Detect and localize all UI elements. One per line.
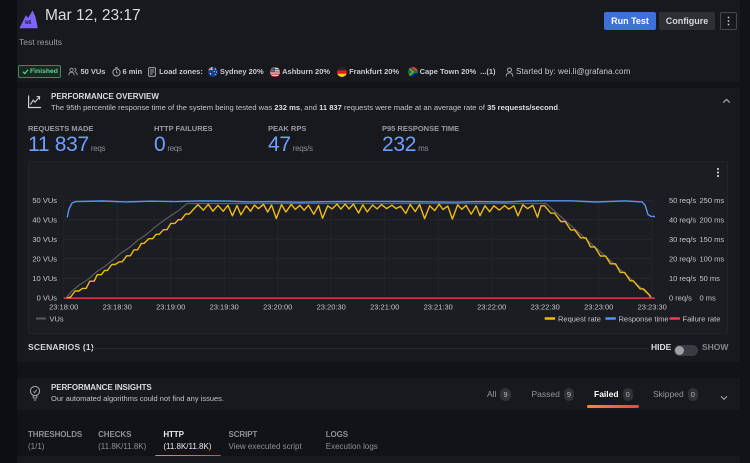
svg-text:0 VUs: 0 VUs bbox=[37, 293, 58, 302]
svg-text:23:21:30: 23:21:30 bbox=[424, 303, 453, 312]
svg-text:0 ms: 0 ms bbox=[700, 293, 717, 302]
svg-text:23:19:30: 23:19:30 bbox=[210, 303, 239, 312]
svg-text:23:21:00: 23:21:00 bbox=[370, 303, 399, 312]
svg-text:VUs: VUs bbox=[50, 315, 64, 324]
svg-text:23:20:30: 23:20:30 bbox=[317, 303, 346, 312]
svg-text:40 VUs: 40 VUs bbox=[32, 215, 57, 224]
svg-text:10 VUs: 10 VUs bbox=[32, 274, 57, 283]
svg-text:23:18:00: 23:18:00 bbox=[49, 303, 78, 312]
svg-text:k6: k6 bbox=[25, 20, 31, 26]
svg-text:Request rate: Request rate bbox=[558, 315, 601, 324]
svg-text:20 VUs: 20 VUs bbox=[32, 254, 57, 263]
svg-text:40 req/s: 40 req/s bbox=[669, 215, 696, 224]
svg-text:20 req/s: 20 req/s bbox=[669, 254, 696, 263]
svg-text:50 ms: 50 ms bbox=[700, 274, 721, 283]
svg-text:23:19:00: 23:19:00 bbox=[156, 303, 185, 312]
svg-text:23:22:30: 23:22:30 bbox=[531, 303, 560, 312]
svg-text:23:22:00: 23:22:00 bbox=[477, 303, 506, 312]
svg-text:23:23:00: 23:23:00 bbox=[584, 303, 613, 312]
svg-text:50 VUs: 50 VUs bbox=[32, 196, 57, 205]
svg-text:Response time: Response time bbox=[619, 315, 669, 324]
svg-text:100 ms: 100 ms bbox=[700, 254, 725, 263]
svg-text:Failure rate: Failure rate bbox=[683, 315, 721, 324]
svg-text:23:23:30: 23:23:30 bbox=[638, 303, 667, 312]
svg-text:200 ms: 200 ms bbox=[700, 215, 725, 224]
svg-text:23:20:00: 23:20:00 bbox=[263, 303, 292, 312]
svg-text:250 ms: 250 ms bbox=[700, 196, 725, 205]
svg-text:10 req/s: 10 req/s bbox=[669, 274, 696, 283]
svg-text:23:18:30: 23:18:30 bbox=[103, 303, 132, 312]
svg-text:0 req/s: 0 req/s bbox=[669, 293, 692, 302]
svg-text:50 req/s: 50 req/s bbox=[669, 196, 696, 205]
svg-text:30 VUs: 30 VUs bbox=[32, 235, 57, 244]
svg-text:30 req/s: 30 req/s bbox=[669, 235, 696, 244]
svg-text:150 ms: 150 ms bbox=[700, 235, 725, 244]
